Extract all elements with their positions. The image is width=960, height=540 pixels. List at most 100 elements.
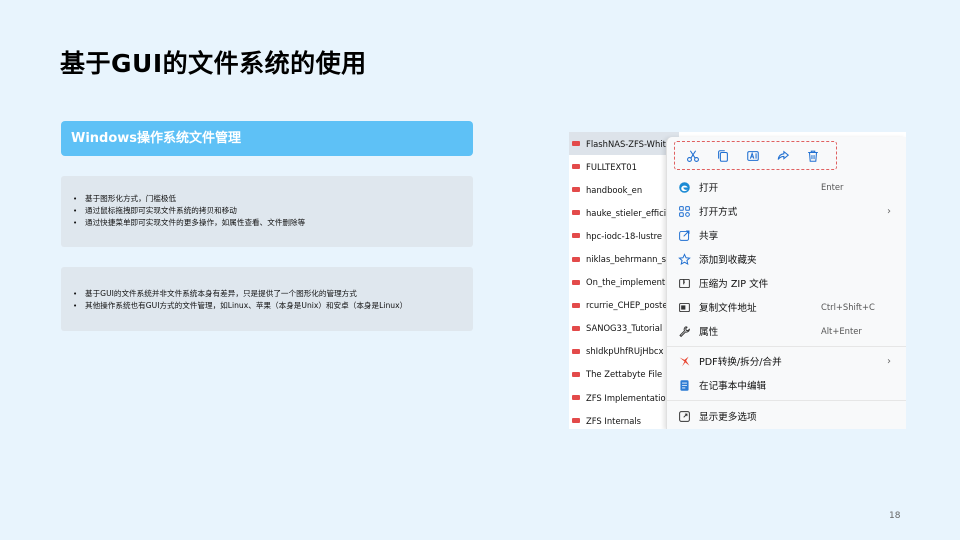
pdf-file-icon xyxy=(572,279,580,285)
pdf-file-icon xyxy=(572,233,580,239)
bullet-item: 基于图形化方式，门槛极低 xyxy=(73,193,463,205)
quick-action-bar xyxy=(674,141,837,170)
menu-item-label: 属性 xyxy=(699,327,719,338)
star-icon xyxy=(677,252,691,266)
file-name: shIdkpUhfRUjHbcx xyxy=(586,346,664,357)
pdf-tool-icon xyxy=(677,354,691,368)
notepad-icon xyxy=(677,378,691,392)
file-row[interactable]: ZFS Implementation xyxy=(569,386,679,409)
menu-item-shortcut: Ctrl+Shift+C xyxy=(821,302,875,312)
bullet-box-2: 基于GUI的文件系统并非文件系统本身有差异，只是提供了一个图形化的管理方式 其他… xyxy=(61,267,473,331)
menu-item-zip[interactable]: 压缩为 ZIP 文件 xyxy=(667,272,906,294)
pdf-file-icon xyxy=(572,302,580,308)
menu-item-add-favorites[interactable]: 添加到收藏夹 xyxy=(667,248,906,270)
slide-title: 基于GUI的文件系统的使用 xyxy=(60,49,367,78)
menu-item-label: 打开 xyxy=(699,183,719,194)
file-name: handbook_en xyxy=(586,184,643,195)
copy-path-icon xyxy=(677,300,691,314)
file-name: SANOG33_Tutorial xyxy=(586,323,663,334)
menu-item-copy-path[interactable]: 复制文件地址 Ctrl+Shift+C xyxy=(667,296,906,318)
copy-icon xyxy=(718,149,728,162)
menu-item-label: 添加到收藏夹 xyxy=(699,255,757,266)
delete-icon xyxy=(808,150,818,162)
file-name: ZFS Internals xyxy=(586,415,642,426)
menu-item-label: 显示更多选项 xyxy=(699,412,757,423)
menu-item-label: 压缩为 ZIP 文件 xyxy=(699,279,769,290)
menu-item-properties[interactable]: 属性 Alt+Enter xyxy=(667,320,906,342)
bullet-item: 通过快捷菜单即可实现文件的更多操作，如属性查看、文件删除等 xyxy=(73,217,463,229)
menu-item-label: 共享 xyxy=(699,231,719,242)
menu-item-open-with[interactable]: 打开方式 › xyxy=(667,200,906,222)
file-row[interactable]: FlashNAS-ZFS-Whit xyxy=(569,132,679,156)
file-name: niklas_behrmann_s xyxy=(586,254,667,265)
file-name: hauke_stieler_effici xyxy=(586,207,667,218)
file-row[interactable]: On_the_implement xyxy=(569,271,679,294)
pdf-file-icon xyxy=(572,141,580,147)
menu-item-notepad[interactable]: 在记事本中编辑 xyxy=(667,374,906,396)
menu-item-label: 在记事本中编辑 xyxy=(699,381,767,392)
context-menu: 打开 Enter 打开方式 › 共享 添加到收藏夹 压缩为 ZIP 文件 复制文… xyxy=(666,137,906,429)
rename-icon xyxy=(747,150,759,161)
file-row[interactable]: The Zettabyte File xyxy=(569,363,679,386)
chevron-right-icon: › xyxy=(887,205,891,217)
file-row[interactable]: hpc-iodc-18-lustre xyxy=(569,224,679,247)
menu-item-label: 打开方式 xyxy=(699,207,738,218)
bullet-item: 基于GUI的文件系统并非文件系统本身有差异，只是提供了一个图形化的管理方式 xyxy=(73,288,463,300)
menu-item-label: 复制文件地址 xyxy=(699,303,757,314)
file-row[interactable]: shIdkpUhfRUjHbcx xyxy=(569,340,679,363)
menu-item-share[interactable]: 共享 xyxy=(667,224,906,246)
pdf-file-icon xyxy=(572,371,580,377)
file-name: FlashNAS-ZFS-Whit xyxy=(586,138,666,149)
open-with-icon xyxy=(677,204,691,218)
wrench-icon xyxy=(677,324,691,338)
pdf-file-icon xyxy=(572,187,580,193)
file-row[interactable]: handbook_en xyxy=(569,178,679,201)
file-name: On_the_implement xyxy=(586,277,666,288)
menu-item-open[interactable]: 打开 Enter xyxy=(667,176,906,198)
file-row[interactable]: hauke_stieler_effici xyxy=(569,201,679,224)
pdf-file-icon xyxy=(572,256,580,262)
zip-icon xyxy=(677,276,691,290)
explorer-screenshot: FlashNAS-ZFS-Whit FULLTEXT01 handbook_en… xyxy=(569,132,906,429)
file-name: rcurrie_CHEP_poste xyxy=(586,300,668,311)
section-header: Windows操作系统文件管理 xyxy=(61,121,473,156)
pdf-file-icon xyxy=(572,164,580,170)
share-icon xyxy=(677,228,691,242)
bullet-item: 其他操作系统也有GUI方式的文件管理，如Linux、苹果（本身是Unix）和安卓… xyxy=(73,300,463,312)
menu-item-more-options[interactable]: 显示更多选项 xyxy=(667,405,906,427)
file-name: The Zettabyte File xyxy=(586,369,663,380)
file-name: ZFS Implementation xyxy=(586,392,671,403)
menu-item-pdf-tools[interactable]: PDF转换/拆分/合并 › xyxy=(667,350,906,372)
cut-button[interactable] xyxy=(678,145,708,167)
copy-button[interactable] xyxy=(708,145,738,167)
pdf-file-icon xyxy=(572,418,580,424)
menu-item-label: PDF转换/拆分/合并 xyxy=(699,357,782,368)
rename-button[interactable] xyxy=(738,145,768,167)
chevron-right-icon: › xyxy=(887,355,891,367)
menu-item-shortcut: Enter xyxy=(821,182,844,192)
menu-divider xyxy=(667,400,906,401)
page-number: 18 xyxy=(889,511,901,521)
file-row[interactable]: niklas_behrmann_s xyxy=(569,247,679,270)
cut-icon xyxy=(687,149,699,162)
share-icon xyxy=(777,150,790,160)
file-name: FULLTEXT01 xyxy=(586,161,637,172)
pdf-file-icon xyxy=(572,210,580,216)
delete-button[interactable] xyxy=(798,145,828,167)
bullet-item: 通过鼠标拖拽即可实现文件系统的拷贝和移动 xyxy=(73,205,463,217)
menu-item-shortcut: Alt+Enter xyxy=(821,326,862,336)
pdf-file-icon xyxy=(572,348,580,354)
pdf-file-icon xyxy=(572,325,580,331)
edge-icon xyxy=(677,180,691,194)
file-row[interactable]: FULLTEXT01 xyxy=(569,155,679,178)
menu-divider xyxy=(667,346,906,347)
file-name: hpc-iodc-18-lustre xyxy=(586,230,663,241)
file-row[interactable]: rcurrie_CHEP_poste xyxy=(569,294,679,317)
bullet-box-1: 基于图形化方式，门槛极低 通过鼠标拖拽即可实现文件系统的拷贝和移动 通过快捷菜单… xyxy=(61,176,473,247)
file-list: FlashNAS-ZFS-Whit FULLTEXT01 handbook_en… xyxy=(569,132,679,429)
file-row[interactable]: SANOG33_Tutorial xyxy=(569,317,679,340)
file-row[interactable]: ZFS Internals xyxy=(569,409,679,429)
pdf-file-icon xyxy=(572,395,580,401)
more-options-icon xyxy=(677,409,691,423)
share-button[interactable] xyxy=(768,145,798,167)
